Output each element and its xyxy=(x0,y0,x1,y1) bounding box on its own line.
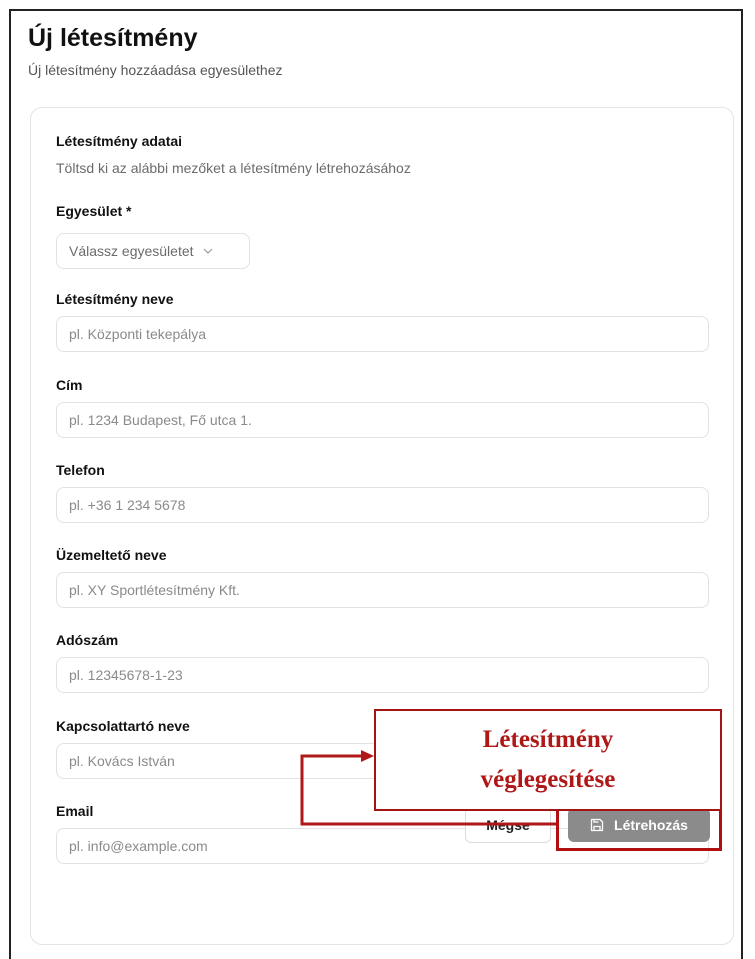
facility-name-label: Létesítmény neve xyxy=(56,291,174,307)
club-select-value: Válassz egyesületet xyxy=(69,243,194,259)
address-input[interactable] xyxy=(56,402,709,438)
operator-name-label: Üzemeltető neve xyxy=(56,547,167,563)
cancel-button-label: Mégse xyxy=(486,817,530,833)
page-subtitle: Új létesítmény hozzáadása egyesülethez xyxy=(28,62,283,78)
tax-number-input[interactable] xyxy=(56,657,709,693)
annotation-callout: Létesítmény véglegesítése xyxy=(374,709,722,811)
operator-name-input[interactable] xyxy=(56,572,709,608)
phone-input[interactable] xyxy=(56,487,709,523)
annotation-line-2: véglegesítése xyxy=(480,766,616,793)
email-label: Email xyxy=(56,803,94,819)
club-label: Egyesület * xyxy=(56,203,132,219)
address-label: Cím xyxy=(56,377,83,393)
card-title: Létesítmény adatai xyxy=(56,133,183,149)
page-title: Új létesítmény xyxy=(28,24,198,52)
annotation-line-1: Létesítmény xyxy=(482,726,614,753)
club-select[interactable]: Válassz egyesületet xyxy=(56,233,250,269)
contact-name-label: Kapcsolattartó neve xyxy=(56,718,190,734)
tax-number-label: Adószám xyxy=(56,632,119,648)
phone-label: Telefon xyxy=(56,462,105,478)
card-description: Töltsd ki az alábbi mezőket a létesítmén… xyxy=(56,160,411,176)
cancel-button[interactable]: Mégse xyxy=(465,807,551,843)
chevron-down-icon xyxy=(203,248,213,254)
facility-name-input[interactable] xyxy=(56,316,709,352)
